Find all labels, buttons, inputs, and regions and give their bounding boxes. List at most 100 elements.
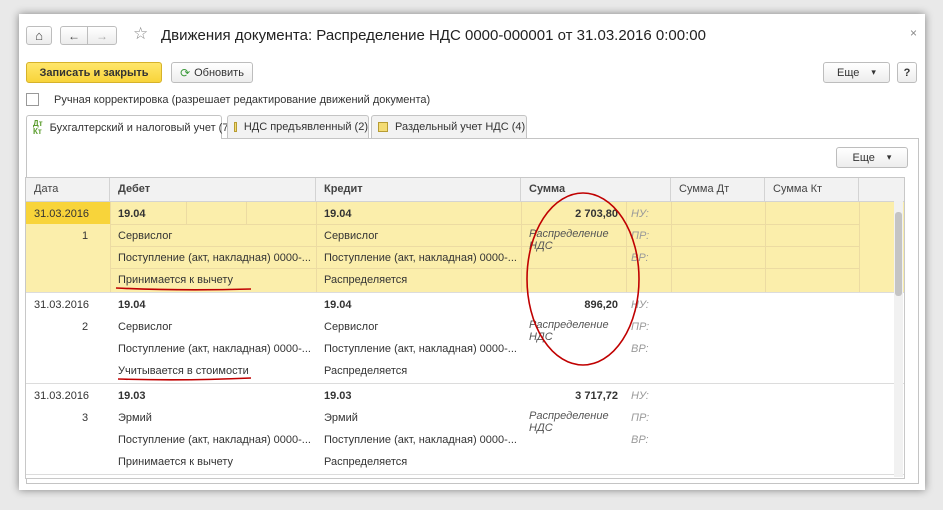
col-amount-dt-header[interactable]: Сумма Дт xyxy=(671,178,765,201)
record-amount: 896,20 xyxy=(584,299,618,311)
pr-accounting-label: ПР: xyxy=(631,230,650,242)
record-content: Распределение xyxy=(529,410,609,422)
more-button[interactable]: Еще ▾ xyxy=(823,62,890,83)
record-content: НДС xyxy=(529,240,553,252)
manual-edit-row: Ручная корректировка (разрешает редактир… xyxy=(26,93,430,106)
record-number: 1 xyxy=(82,230,89,242)
debit-subconto-1: Сервислог xyxy=(118,321,173,333)
row-divider xyxy=(110,268,859,269)
close-icon[interactable]: × xyxy=(910,26,917,40)
window-title: Движения документа: Распределение НДС 00… xyxy=(161,27,706,44)
record-number: 2 xyxy=(82,321,89,333)
pr-accounting-label: ПР: xyxy=(631,412,650,424)
col-divider xyxy=(671,202,672,292)
col-date-header[interactable]: Дата xyxy=(26,178,110,201)
tax-accounting-label: НУ: xyxy=(631,299,649,311)
movements-grid[interactable]: Дата Дебет Кредит Сумма Сумма Дт Сумма К… xyxy=(25,177,905,479)
tab-accounting-tax[interactable]: Дт Кт Бухгалтерский и налоговый учет (7) xyxy=(26,115,232,139)
col-amount-header[interactable]: Сумма xyxy=(521,178,671,201)
col-divider xyxy=(521,202,522,292)
forward-arrow-icon: → xyxy=(96,28,108,43)
debit-subconto-1: Эрмий xyxy=(118,412,152,424)
record-date: 31.03.2016 xyxy=(34,208,90,220)
col-credit-header[interactable]: Кредит xyxy=(316,178,521,201)
col-divider xyxy=(316,202,317,292)
credit-subconto-1: Эрмий xyxy=(324,412,358,424)
subconto-divider xyxy=(246,202,247,224)
debit-account: 19.04 xyxy=(118,299,146,311)
debit-subconto-2: Поступление (акт, накладная) 0000-... xyxy=(118,434,311,446)
record-content: НДС xyxy=(529,331,553,343)
col-debit-header[interactable]: Дебет xyxy=(110,178,316,201)
grid-more-button[interactable]: Еще ▾ xyxy=(836,147,908,168)
tab-vat-presented[interactable]: НДС предъявленный (2) xyxy=(227,115,369,138)
record-number: 3 xyxy=(82,412,89,424)
credit-subconto-2: Поступление (акт, накладная) 0000-... xyxy=(324,252,517,264)
subconto-divider xyxy=(186,202,187,224)
table-row[interactable]: 31.03.2016 2 19.04 Сервислог Поступление (ак… xyxy=(26,293,904,384)
credit-account: 19.04 xyxy=(324,208,352,220)
col-divider xyxy=(859,202,860,292)
col-divider xyxy=(765,202,766,292)
tax-accounting-label: НУ: xyxy=(631,208,649,220)
chevron-down-icon: ▾ xyxy=(871,67,876,77)
credit-subconto-3: Распределяется xyxy=(324,274,408,286)
debit-subconto-2: Поступление (акт, накладная) 0000-... xyxy=(118,343,311,355)
table-row[interactable]: 31.03.2016 3 19.03 Эрмий Поступление (акт, н… xyxy=(26,384,904,475)
home-button[interactable]: ⌂ xyxy=(26,26,52,45)
col-filler-header xyxy=(859,178,904,201)
row-divider xyxy=(110,224,859,225)
more-label: Еще xyxy=(837,66,860,79)
col-divider xyxy=(626,202,627,292)
debit-subconto-3: Принимается к вычету xyxy=(118,456,234,468)
home-icon: ⌂ xyxy=(35,28,43,43)
refresh-icon: ⟳ xyxy=(180,65,191,80)
manual-edit-label[interactable]: Ручная корректировка (разрешает редактир… xyxy=(54,94,430,106)
credit-subconto-1: Сервислог xyxy=(324,230,379,242)
document-movements-window: ⌂ ← → ☆ Движения документа: Распределени… xyxy=(19,14,925,490)
record-amount: 2 703,80 xyxy=(575,208,618,220)
table-row[interactable]: 31.03.2016 1 19.04 Сервислог Поступление (ак… xyxy=(26,202,904,293)
register-icon xyxy=(378,122,388,132)
debit-subconto-1: Сервислог xyxy=(118,230,173,242)
debit-subconto-2: Поступление (акт, накладная) 0000-... xyxy=(118,252,311,264)
record-date: 31.03.2016 xyxy=(34,390,90,402)
debit-account: 19.03 xyxy=(118,390,146,402)
credit-account: 19.03 xyxy=(324,390,352,402)
dt-kt-icon: Дт Кт xyxy=(33,118,43,136)
back-button[interactable]: ← xyxy=(60,26,88,45)
col-amount-kt-header[interactable]: Сумма Кт xyxy=(765,178,859,201)
tab-label: Бухгалтерский и налоговый учет (7) xyxy=(49,121,233,134)
pr-accounting-label: ПР: xyxy=(631,321,650,333)
grid-more-label: Еще xyxy=(852,151,875,164)
tab-label: Раздельный учет НДС (4) xyxy=(395,121,526,133)
vr-accounting-label: ВР: xyxy=(631,252,649,264)
col-divider xyxy=(110,202,111,292)
grid-scrollbar-thumb[interactable] xyxy=(895,212,902,296)
record-content: Распределение xyxy=(529,228,609,240)
credit-subconto-3: Распределяется xyxy=(324,365,408,377)
credit-subconto-2: Поступление (акт, накладная) 0000-... xyxy=(324,434,517,446)
record-date: 31.03.2016 xyxy=(34,299,90,311)
favorite-star-icon[interactable]: ☆ xyxy=(133,24,148,44)
back-arrow-icon: ← xyxy=(68,28,80,43)
tab-label: НДС предъявленный (2) xyxy=(243,121,368,133)
credit-subconto-2: Поступление (акт, накладная) 0000-... xyxy=(324,343,517,355)
forward-button[interactable]: → xyxy=(87,26,117,45)
credit-subconto-3: Распределяется xyxy=(324,456,408,468)
vr-accounting-label: ВР: xyxy=(631,343,649,355)
help-button[interactable]: ? xyxy=(897,62,917,83)
debit-account: 19.04 xyxy=(118,208,146,220)
credit-subconto-1: Сервислог xyxy=(324,321,379,333)
grid-header: Дата Дебет Кредит Сумма Сумма Дт Сумма К… xyxy=(26,178,904,202)
refresh-button[interactable]: ⟳ Обновить xyxy=(171,62,253,83)
save-and-close-button[interactable]: Записать и закрыть xyxy=(26,62,162,83)
tab-separate-vat[interactable]: Раздельный учет НДС (4) xyxy=(371,115,527,138)
credit-account: 19.04 xyxy=(324,299,352,311)
refresh-label: Обновить xyxy=(194,66,244,79)
row-divider xyxy=(110,246,859,247)
vr-accounting-label: ВР: xyxy=(631,434,649,446)
record-content: НДС xyxy=(529,422,553,434)
debit-subconto-3: Учитывается в стоимости xyxy=(118,365,249,377)
manual-edit-checkbox[interactable] xyxy=(26,93,39,106)
